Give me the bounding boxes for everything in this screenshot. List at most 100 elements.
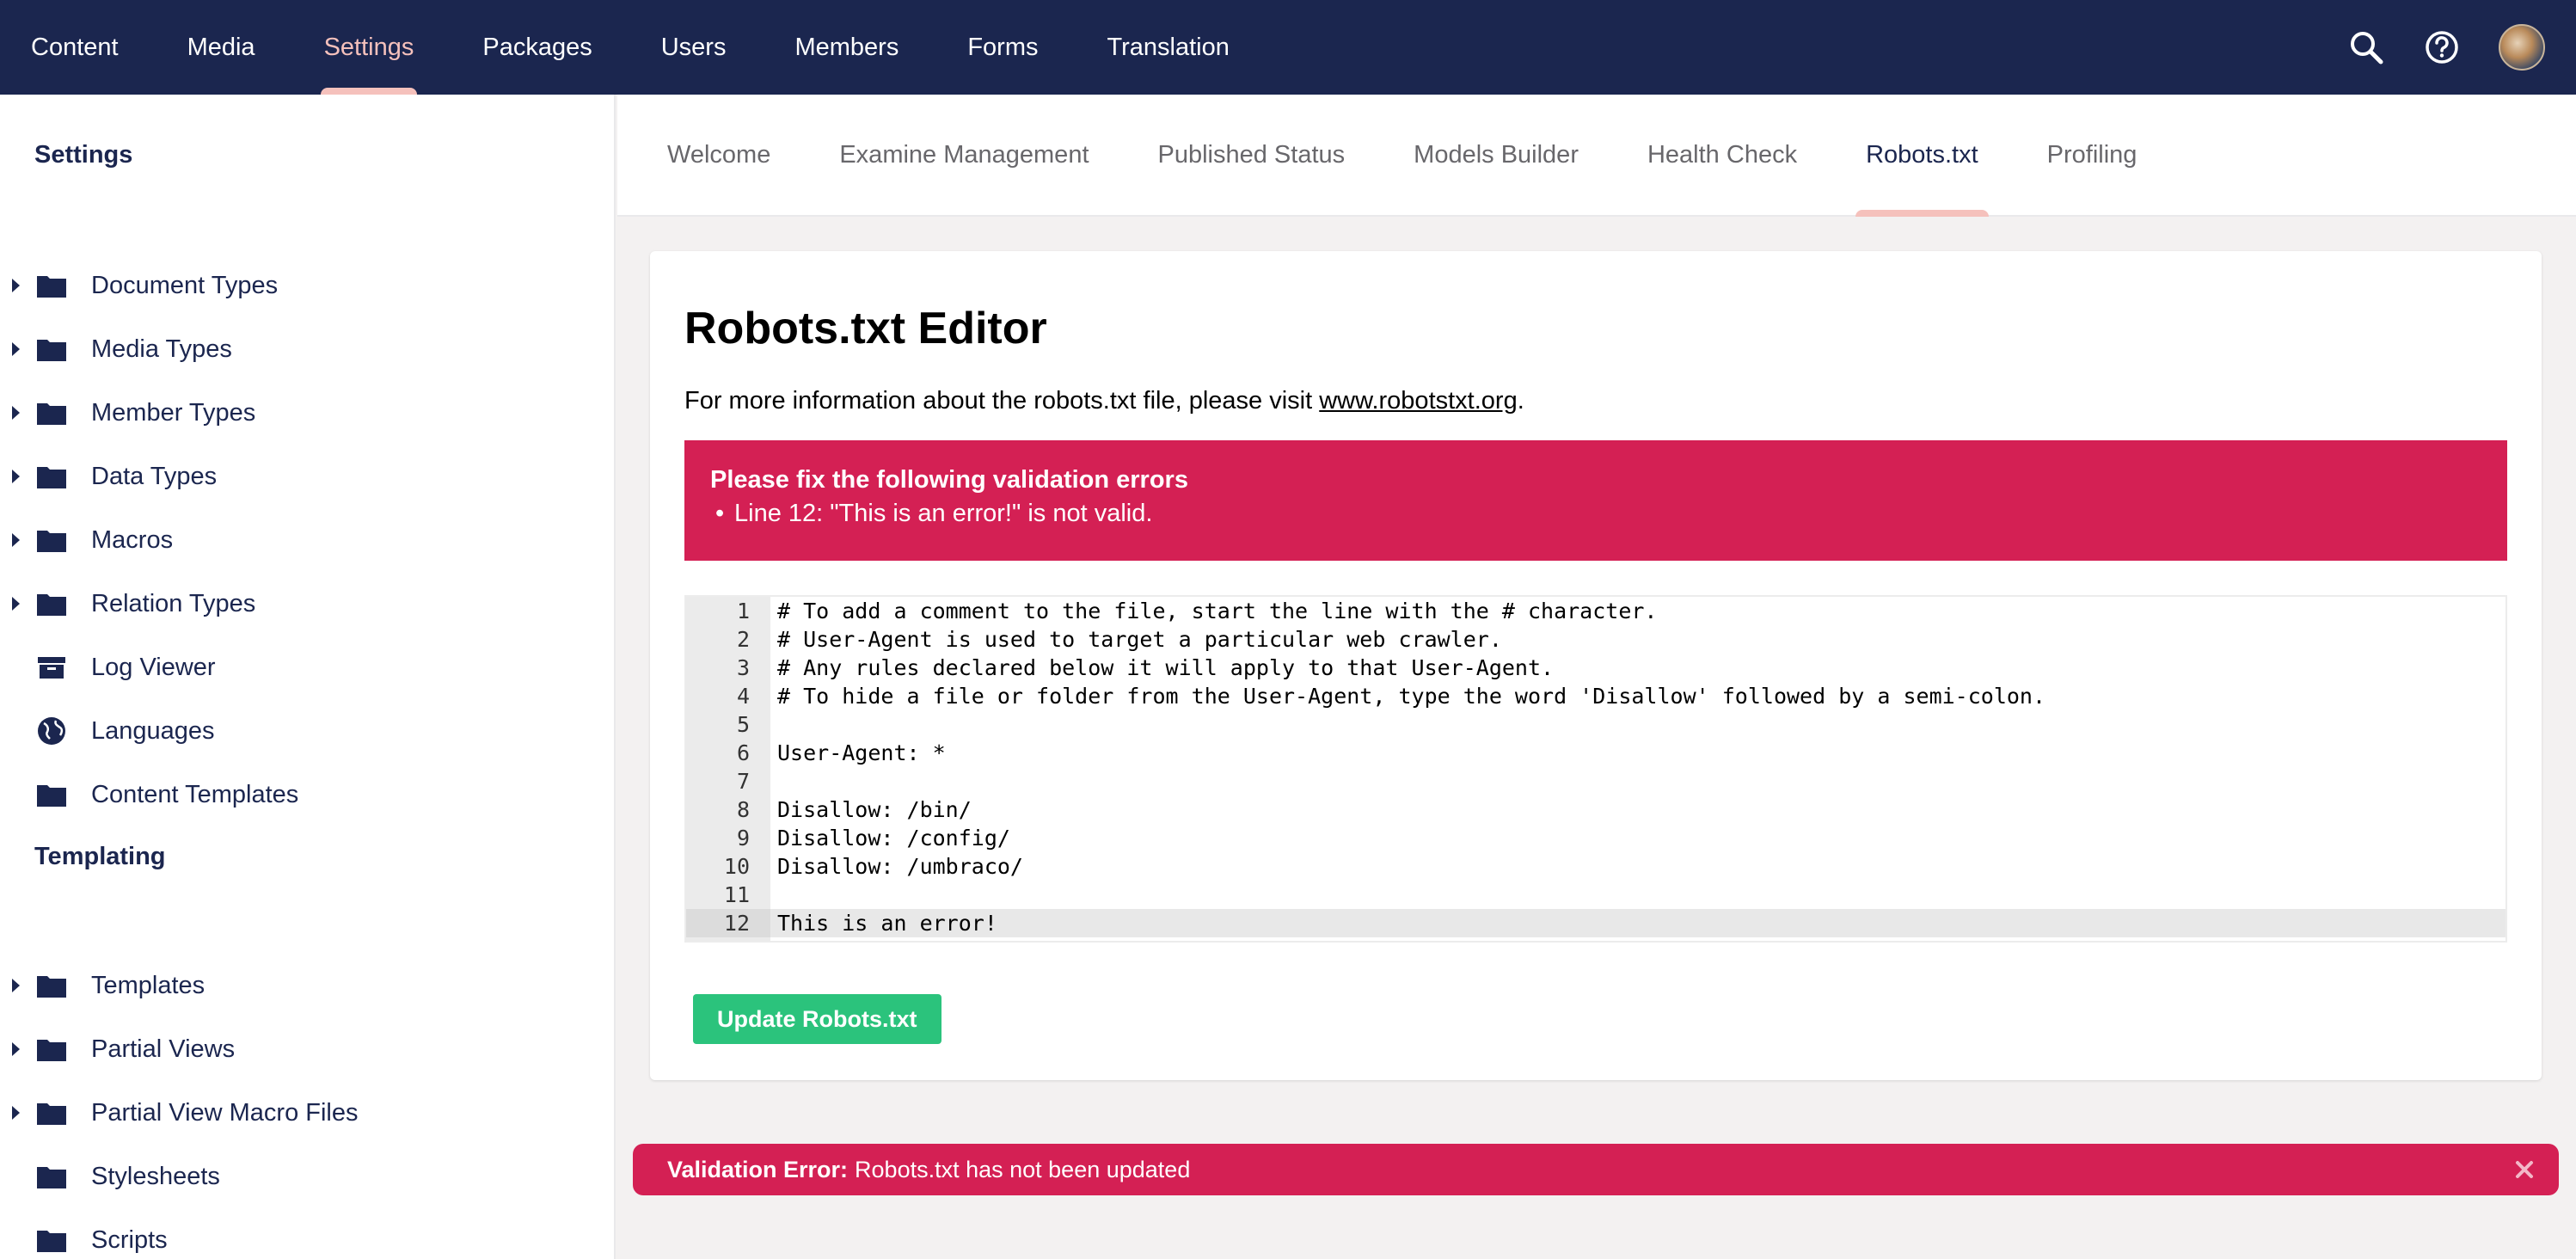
top-bar: Content Media Settings Packages Users Me…: [0, 0, 2576, 95]
tree-item-document-types[interactable]: Document Types: [0, 254, 616, 317]
code-line[interactable]: 5: [686, 710, 2505, 739]
tree-item-stylesheets[interactable]: Stylesheets: [0, 1145, 616, 1208]
nav-item-content[interactable]: Content: [0, 0, 153, 95]
code-editor[interactable]: 1 # To add a comment to the file, start t…: [684, 595, 2507, 943]
line-number: 10: [723, 854, 750, 879]
tab-examine-management[interactable]: Examine Management: [805, 95, 1123, 215]
code-line[interactable]: 8 Disallow: /bin/: [686, 795, 2505, 824]
tab-models-builder[interactable]: Models Builder: [1379, 95, 1613, 215]
tree-item-macros[interactable]: Macros: [0, 508, 616, 572]
globe-icon: [36, 717, 67, 745]
tree-item-scripts[interactable]: Scripts: [0, 1208, 616, 1259]
nav-item-users[interactable]: Users: [627, 0, 761, 95]
top-actions: [2347, 0, 2545, 95]
code-line-current[interactable]: 12 This is an error!: [686, 909, 2505, 937]
folder-icon: [36, 273, 67, 298]
tree-item-data-types[interactable]: Data Types: [0, 445, 616, 508]
caret-right-icon[interactable]: [12, 470, 20, 483]
code-line[interactable]: 7: [686, 767, 2505, 795]
robots-editor-panel: Robots.txt Editor For more information a…: [650, 251, 2542, 1080]
avatar[interactable]: [2499, 24, 2545, 71]
line-text: User-Agent: *: [777, 740, 946, 765]
code-line[interactable]: 1 # To add a comment to the file, start t…: [686, 597, 2505, 625]
code-line[interactable]: 11: [686, 881, 2505, 909]
tree-item-languages[interactable]: Languages: [0, 699, 616, 763]
nav-item-settings[interactable]: Settings: [290, 0, 449, 95]
nav-item-media[interactable]: Media: [153, 0, 290, 95]
line-text: Disallow: /bin/: [777, 797, 972, 822]
caret-right-icon[interactable]: [12, 1042, 20, 1056]
line-number: 2: [736, 627, 750, 652]
line-text: # To add a comment to the file, start th…: [777, 599, 1658, 623]
tree-item-label: Scripts: [91, 1225, 168, 1254]
line-number: 5: [736, 712, 750, 737]
code-line[interactable]: 6 User-Agent: *: [686, 739, 2505, 767]
tree-item-partial-view-macro-files[interactable]: Partial View Macro Files: [0, 1081, 616, 1145]
code-line[interactable]: 4 # To hide a file or folder from the Use…: [686, 682, 2505, 710]
line-text: # To hide a file or folder from the User…: [777, 684, 2046, 709]
nav-item-translation[interactable]: Translation: [1073, 0, 1264, 95]
validation-error-title: Please fix the following validation erro…: [710, 466, 1188, 494]
help-icon[interactable]: [2423, 28, 2461, 66]
folder-icon: [36, 464, 67, 489]
code-line[interactable]: 10 Disallow: /umbraco/: [686, 852, 2505, 881]
line-number: 6: [736, 740, 750, 765]
caret-right-icon[interactable]: [12, 597, 20, 611]
caret-right-icon[interactable]: [12, 1106, 20, 1120]
tree-item-templates[interactable]: Templates: [0, 954, 616, 1017]
tree-item-content-templates[interactable]: Content Templates: [0, 763, 616, 826]
line-text: Disallow: /umbraco/: [777, 854, 1023, 879]
line-number: 11: [723, 882, 750, 907]
nav-item-packages[interactable]: Packages: [448, 0, 626, 95]
notification-label: Validation Error:: [667, 1156, 849, 1182]
folder-icon: [36, 782, 67, 808]
caret-right-icon[interactable]: [12, 279, 20, 292]
caret-right-icon[interactable]: [12, 979, 20, 992]
section-nav: Content Media Settings Packages Users Me…: [0, 0, 1264, 95]
nav-item-members[interactable]: Members: [760, 0, 933, 95]
tab-welcome[interactable]: Welcome: [617, 95, 805, 215]
folder-icon: [36, 527, 67, 553]
tree-item-media-types[interactable]: Media Types: [0, 317, 616, 381]
folder-icon: [36, 1036, 67, 1062]
tree-item-label: Document Types: [91, 271, 279, 299]
code-line[interactable]: 9 Disallow: /config/: [686, 824, 2505, 852]
update-robots-button[interactable]: Update Robots.txt: [693, 994, 941, 1044]
caret-right-icon[interactable]: [12, 533, 20, 547]
validation-notification: Validation Error: Robots.txt has not bee…: [633, 1144, 2559, 1195]
caret-right-icon[interactable]: [12, 406, 20, 420]
code-line[interactable]: 2 # User-Agent is used to target a partic…: [686, 625, 2505, 654]
tree-item-relation-types[interactable]: Relation Types: [0, 572, 616, 636]
folder-icon: [36, 400, 67, 426]
tree-item-label: Stylesheets: [91, 1162, 220, 1190]
line-text: Disallow: /config/: [777, 826, 1010, 851]
tree-item-member-types[interactable]: Member Types: [0, 381, 616, 445]
tab-robots-txt[interactable]: Robots.txt: [1831, 95, 2013, 217]
line-number: 9: [736, 826, 750, 851]
folder-icon: [36, 336, 67, 362]
tab-published-status[interactable]: Published Status: [1124, 95, 1380, 215]
line-number: 8: [736, 797, 750, 822]
line-text: # Any rules declared below it will apply…: [777, 655, 1555, 680]
caret-right-icon[interactable]: [12, 342, 20, 356]
close-icon[interactable]: [2512, 1158, 2536, 1182]
tree-item-label: Member Types: [91, 398, 256, 427]
validation-error-list: Line 12: "This is an error!" is not vali…: [710, 500, 2481, 528]
line-number: 12: [686, 909, 770, 937]
tree-item-label: Relation Types: [91, 589, 256, 617]
tree-item-log-viewer[interactable]: Log Viewer: [0, 636, 616, 699]
tab-profiling[interactable]: Profiling: [2013, 95, 2172, 215]
settings-section-title: Settings: [34, 141, 133, 169]
tree-item-label: Partial View Macro Files: [91, 1098, 359, 1127]
robotstxt-link[interactable]: www.robotstxt.org: [1319, 387, 1517, 415]
folder-icon: [36, 1100, 67, 1126]
search-icon[interactable]: [2347, 28, 2385, 66]
intro-suffix: .: [1517, 387, 1524, 415]
nav-item-forms[interactable]: Forms: [933, 0, 1072, 95]
folder-icon: [36, 973, 67, 998]
sidebar-tree: Settings Document Types Media Types Memb…: [0, 95, 616, 1259]
tab-health-check[interactable]: Health Check: [1613, 95, 1831, 215]
tree-item-partial-views[interactable]: Partial Views: [0, 1017, 616, 1081]
code-line[interactable]: 3 # Any rules declared below it will appl…: [686, 654, 2505, 682]
templating-section-title: Templating: [34, 843, 166, 870]
